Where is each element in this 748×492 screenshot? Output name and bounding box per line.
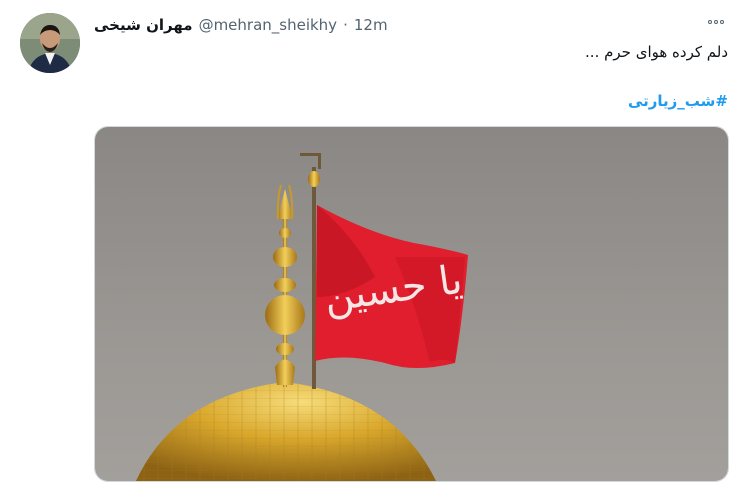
tweet-media[interactable]: یا حسین xyxy=(94,126,729,482)
more-dot xyxy=(720,20,724,24)
separator-dot: · xyxy=(343,16,348,34)
timestamp[interactable]: 12m xyxy=(354,16,388,34)
display-name[interactable]: مهران شیخی xyxy=(94,16,193,34)
more-dot xyxy=(708,20,712,24)
hashtag-link[interactable]: #شب_زیارتی xyxy=(628,92,728,110)
user-handle[interactable]: @mehran_sheikhy xyxy=(199,16,338,34)
shrine-photo: یا حسین xyxy=(95,127,728,481)
tweet-text: دلم کرده هوای حرم ... xyxy=(585,43,728,61)
more-dot xyxy=(714,20,718,24)
avatar-image xyxy=(20,13,80,73)
more-horizontal-icon[interactable] xyxy=(704,14,728,30)
tweet-header: مهران شیخی @mehran_sheikhy · 12m xyxy=(94,14,388,36)
avatar[interactable] xyxy=(20,13,80,73)
